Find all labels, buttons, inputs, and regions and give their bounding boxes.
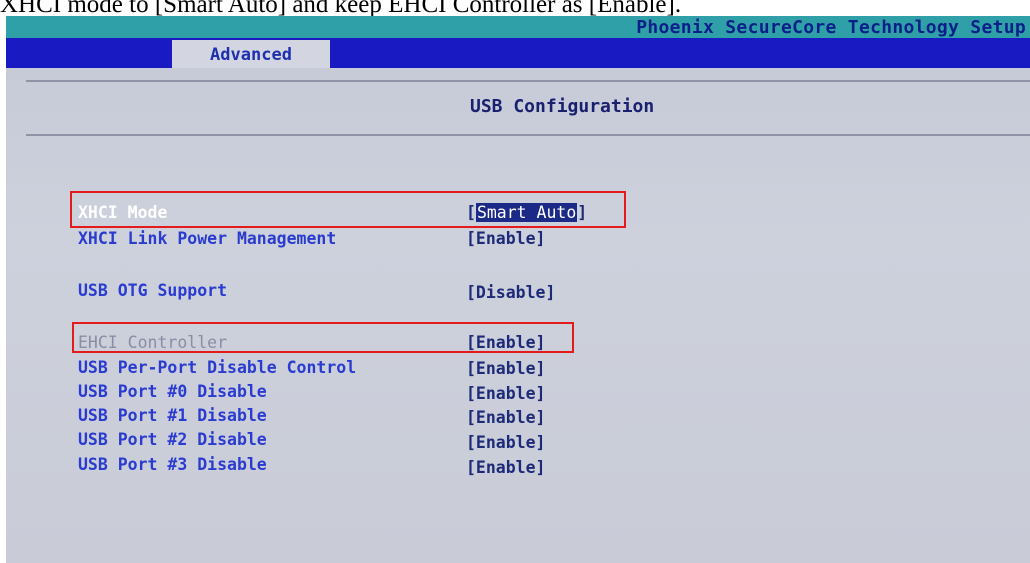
tab-advanced[interactable]: Advanced (172, 40, 330, 68)
title-divider-bottom (26, 134, 1030, 136)
highlight-box-ehci-controller (72, 322, 574, 353)
setting-usb-otg-support-value[interactable]: [Disable] (466, 283, 555, 302)
bios-title-bar: Phoenix SecureCore Technology Setup (6, 16, 1030, 38)
bios-tab-bar (6, 38, 1030, 68)
title-divider-top (26, 80, 1030, 82)
page-title: USB Configuration (470, 96, 655, 117)
setting-usb-port-1-disable[interactable]: USB Port #1 Disable (78, 406, 267, 425)
vendor-name: Phoenix SecureCore Technology Setup (636, 17, 1026, 38)
setting-usb-port-3-disable-value[interactable]: [Enable] (466, 458, 545, 477)
instruction-caption: XHCI mode to [Smart Auto] and keep EHCI … (0, 0, 682, 16)
setting-usb-port-0-disable-value[interactable]: [Enable] (466, 384, 545, 403)
setting-xhci-link-power-management-value[interactable]: [Enable] (466, 229, 545, 248)
setting-usb-port-1-disable-value[interactable]: [Enable] (466, 408, 545, 427)
setting-usb-port-0-disable[interactable]: USB Port #0 Disable (78, 382, 267, 401)
setting-usb-per-port-disable-control-value[interactable]: [Enable] (466, 359, 545, 378)
setting-usb-port-2-disable[interactable]: USB Port #2 Disable (78, 430, 267, 449)
bios-screen: Phoenix SecureCore Technology Setup Adva… (6, 16, 1030, 563)
setting-usb-port-3-disable[interactable]: USB Port #3 Disable (78, 455, 267, 474)
setting-usb-per-port-disable-control[interactable]: USB Per-Port Disable Control (78, 358, 356, 377)
setting-usb-otg-support[interactable]: USB OTG Support (78, 281, 227, 300)
setting-xhci-link-power-management[interactable]: XHCI Link Power Management (78, 229, 336, 248)
highlight-box-xhci-mode (70, 191, 626, 228)
setting-usb-port-2-disable-value[interactable]: [Enable] (466, 433, 545, 452)
